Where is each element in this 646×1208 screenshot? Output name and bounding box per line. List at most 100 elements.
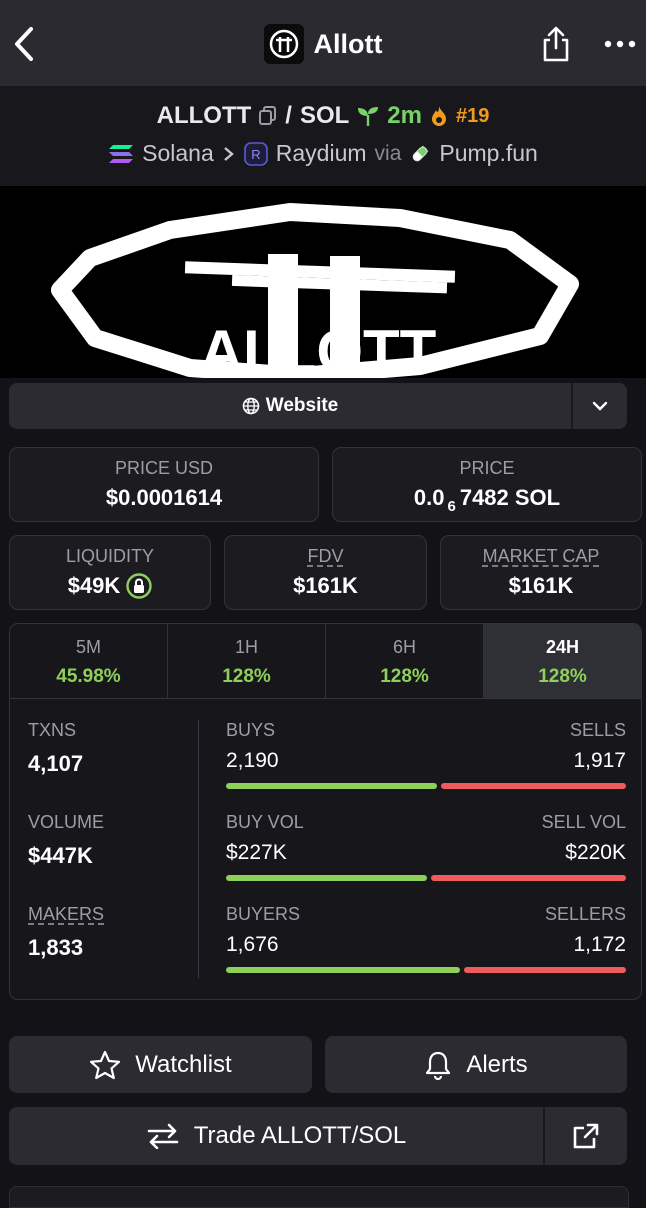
alerts-button[interactable]: Alerts [325,1036,627,1093]
more-options-button[interactable] [598,22,642,66]
buyers-sellers-row: BUYERS SELLERS 1,676 1,172 [226,904,626,996]
tab-1h[interactable]: 1H 128% [168,624,326,698]
pair-base-symbol: ALLOTT [156,102,252,129]
price-native-zero-count: 6 [447,497,456,515]
globe-icon [242,397,260,415]
price-native-value: 0.0 6 7482 SOL [333,485,641,515]
market-cap-value: $161K [508,573,574,598]
price-usd-label: PRICE USD [114,458,213,478]
tab-change: 128% [538,666,587,687]
chain-name[interactable]: Solana [142,140,214,167]
txns-value: 4,107 [28,751,84,776]
tab-label: 24H [545,637,580,657]
sell-vol-value: $220K [565,841,626,864]
open-external-button[interactable] [543,1107,627,1165]
sellers-value: 1,172 [573,933,626,956]
website-button[interactable]: Website [9,383,571,429]
back-button[interactable] [4,22,44,66]
tab-change: 128% [380,666,429,687]
dex-name[interactable]: Raydium [276,140,367,167]
sell-vol-label: SELL VOL [541,812,626,832]
token-logo-icon [263,24,304,64]
sells-label: SELLS [569,720,626,740]
chevron-left-icon [15,27,33,61]
tab-label: 6H [392,637,416,657]
buyers-sellers-bar [226,967,626,973]
svg-text:R: R [251,147,260,162]
liquidity-card: LIQUIDITY $49K [9,535,211,610]
watchlist-button[interactable]: Watchlist [9,1036,312,1093]
fdv-card: FDV $161K [224,535,427,610]
sells-value: 1,917 [573,749,626,772]
volume-split-row: BUY VOL SELL VOL $227K $220K [226,812,626,904]
page-title: Allott [313,28,383,59]
website-label: Website [265,395,339,416]
share-button[interactable] [534,22,578,66]
solana-icon [109,144,134,163]
buy-vol-value: $227K [226,841,287,864]
flame-icon [431,106,446,126]
pair-separator: / [285,102,292,129]
seedling-icon [358,107,379,126]
price-native-card: PRICE 0.0 6 7482 SOL [332,447,642,522]
next-section-peek [0,1172,646,1208]
price-native-suffix: 7482 SOL [459,485,561,510]
alerts-label: Alerts [466,1050,528,1078]
fdv-value: $161K [293,573,358,598]
tab-5m[interactable]: 5M 45.98% [10,624,168,698]
external-link-icon [573,1123,599,1149]
liquidity-label: LIQUIDITY [65,546,154,566]
tab-label: 1H [234,637,258,657]
price-native-label: PRICE [459,458,515,478]
via-label: via [374,141,402,165]
top-nav-bar: Allott [0,0,646,86]
chevron-right-icon [223,146,234,161]
timeframe-tabs: 5M 45.98% 1H 128% 6H 128% 24H 128% [10,624,641,699]
liquidity-value: $49K [67,573,121,598]
links-bar: Website [9,383,627,429]
buy-bar-segment [226,967,460,973]
copy-icon[interactable] [259,106,277,126]
tab-label: 5M [75,637,101,657]
volume-label: VOLUME [28,812,105,832]
sellers-label: SELLERS [544,904,626,924]
fdv-label[interactable]: FDV [308,546,344,566]
sell-bar-segment [463,967,626,973]
tab-24h[interactable]: 24H 128% [484,624,641,698]
buys-label: BUYS [226,720,276,740]
market-cap-label[interactable]: MARKET CAP [483,546,600,566]
tab-change: 128% [222,666,271,687]
swap-icon [147,1123,179,1149]
volume-split-bar [226,875,626,881]
buy-vol-label: BUY VOL [226,812,304,832]
trade-bar: Trade ALLOTT/SOL [9,1107,627,1165]
buys-sells-bar [226,783,626,789]
trending-rank: #19 [455,104,490,127]
raydium-icon: R [243,141,268,166]
trade-button[interactable]: Trade ALLOTT/SOL [9,1107,543,1165]
pair-quote-symbol: SOL [299,102,350,129]
tab-6h[interactable]: 6H 128% [326,624,484,698]
star-icon [90,1050,121,1079]
sell-bar-segment [431,875,626,881]
volume-value: $447K [28,843,93,868]
price-native-prefix: 0.0 [413,485,445,510]
sell-bar-segment [441,783,626,789]
stats-panel: 5M 45.98% 1H 128% 6H 128% 24H 128% TXNS … [9,623,642,1000]
pair-header: ALLOTT / SOL 2m #19 Solana R Raydium via… [0,86,646,186]
makers-value: 1,833 [28,935,84,960]
buyers-value: 1,676 [226,933,279,956]
buyers-label: BUYERS [226,904,301,924]
trade-label: Trade ALLOTT/SOL [193,1122,407,1149]
more-links-dropdown[interactable] [571,383,627,429]
buy-bar-segment [226,875,428,881]
lock-icon[interactable] [126,573,152,599]
watchlist-label: Watchlist [135,1050,232,1078]
pill-icon [413,145,429,161]
token-banner: ALLOTT [0,186,646,378]
bell-icon [426,1051,451,1080]
launchpad-name[interactable]: Pump.fun [439,140,537,167]
makers-label[interactable]: MAKERS [28,904,104,924]
buys-sells-row: BUYS SELLS 2,190 1,917 [226,720,626,812]
share-icon [543,26,569,62]
